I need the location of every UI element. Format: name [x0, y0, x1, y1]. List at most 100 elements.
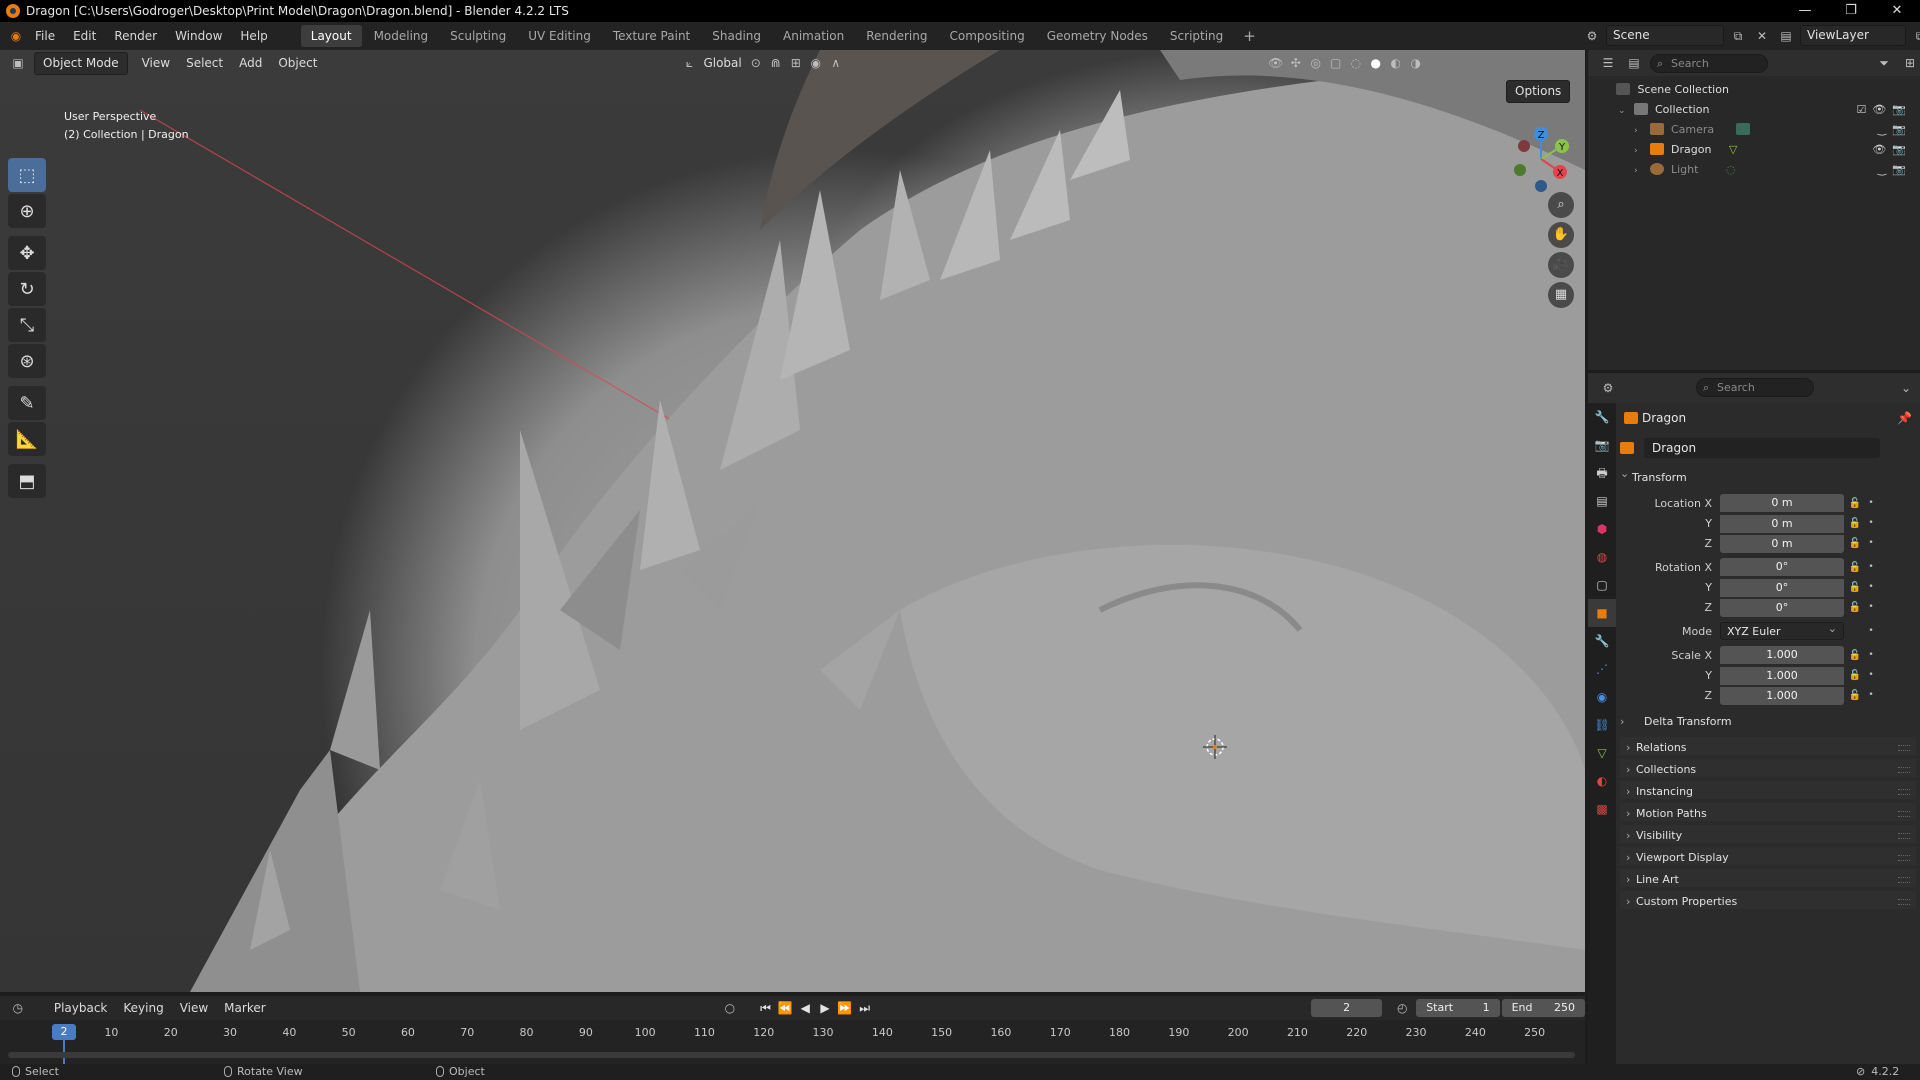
location-x-field[interactable]: 0 m	[1720, 494, 1844, 512]
lock-icon[interactable]: 🔓	[1844, 690, 1866, 701]
new-collection-icon[interactable]: ⊞	[1900, 53, 1920, 73]
timeline-menu-keying[interactable]: Keying	[115, 997, 171, 1019]
output-tab-icon[interactable]: 🖶	[1588, 459, 1616, 487]
scale-z-field[interactable]: 1.000	[1720, 686, 1844, 705]
maximize-button[interactable]: ❐	[1828, 0, 1874, 22]
lock-icon[interactable]: 🔓	[1844, 582, 1866, 593]
rotation-mode-dropdown[interactable]: XYZ Euler	[1720, 620, 1844, 640]
tab-layout[interactable]: Layout	[300, 25, 362, 47]
timeline-ruler[interactable]: 10 20 30 40 50 60 70 80 90 100 110 120 130 140 150 160 1…	[0, 1020, 1585, 1064]
rotation-y-field[interactable]: 0°	[1720, 578, 1844, 597]
tab-modeling[interactable]: Modeling	[364, 25, 439, 47]
line-art-panel[interactable]: Line Art	[1620, 869, 1916, 891]
playhead-frame-indicator[interactable]: 2	[52, 1024, 76, 1040]
outliner-row-light[interactable]: › Light ◌ ‿📷	[1588, 160, 1920, 180]
new-scene-icon[interactable]: ⧉	[1728, 26, 1748, 46]
rotation-z-field[interactable]: 0°	[1720, 598, 1844, 617]
modifier-tab-icon[interactable]: 🔧	[1588, 627, 1616, 655]
timeline-menu-marker[interactable]: Marker	[216, 997, 273, 1019]
lock-icon[interactable]: 🔓	[1844, 650, 1866, 661]
3d-viewport[interactable]: ▣ Object Mode View Select Add Object ⟀ G…	[0, 50, 1585, 992]
jump-keyframe-back-icon[interactable]: ⏪	[775, 1001, 795, 1015]
tab-geometry-nodes[interactable]: Geometry Nodes	[1037, 25, 1158, 47]
scene-tab-icon[interactable]: ⬢	[1588, 515, 1616, 543]
menu-edit[interactable]: Edit	[64, 22, 105, 50]
location-y-field[interactable]: 0 m	[1720, 514, 1844, 533]
view-layer-tab-icon[interactable]: ▤	[1588, 487, 1616, 515]
rendered-shading-icon[interactable]: ◑	[1406, 53, 1426, 73]
material-tab-icon[interactable]: ◐	[1588, 767, 1616, 795]
new-view-layer-icon[interactable]: ⧉	[1910, 26, 1920, 46]
viewport-display-panel[interactable]: Viewport Display	[1620, 847, 1916, 869]
location-z-field[interactable]: 0 m	[1720, 534, 1844, 553]
xray-icon[interactable]: ▢	[1326, 53, 1346, 73]
keyframe-dot-icon[interactable]: •	[1866, 518, 1876, 528]
menu-file[interactable]: File	[26, 22, 64, 50]
custom-properties-panel[interactable]: Custom Properties	[1620, 891, 1916, 913]
scale-y-field[interactable]: 1.000	[1720, 666, 1844, 685]
pin-icon[interactable]: 📌	[1897, 411, 1912, 425]
keyframe-dot-icon[interactable]: •	[1866, 626, 1876, 636]
timeline-editor-type-icon[interactable]: ◷	[8, 998, 28, 1018]
relations-panel[interactable]: Relations	[1620, 737, 1916, 759]
options-dropdown[interactable]: Options	[1506, 80, 1571, 103]
end-frame-field[interactable]: End 250	[1501, 999, 1585, 1017]
lock-icon[interactable]: 🔓	[1844, 518, 1866, 529]
properties-options-icon[interactable]: ⌄	[1896, 378, 1916, 398]
constraints-tab-icon[interactable]: ⛓	[1588, 711, 1616, 739]
rotation-x-field[interactable]: 0°	[1720, 558, 1844, 576]
wireframe-shading-icon[interactable]: ◌	[1346, 53, 1366, 73]
tab-rendering[interactable]: Rendering	[856, 25, 937, 47]
auto-keying-icon[interactable]: ○	[720, 998, 740, 1018]
viewport-menu-select[interactable]: Select	[178, 52, 231, 74]
keyframe-dot-icon[interactable]: •	[1866, 582, 1876, 592]
orientation-dropdown[interactable]: Global	[699, 52, 745, 74]
transform-tool[interactable]: ⊛	[8, 344, 46, 378]
snap-target-icon[interactable]: ⊞	[786, 53, 806, 73]
measure-tool[interactable]: 📐	[8, 422, 46, 456]
instancing-panel[interactable]: Instancing	[1620, 781, 1916, 803]
zoom-icon[interactable]: ⌕	[1548, 192, 1574, 218]
tab-animation[interactable]: Animation	[773, 25, 854, 47]
motion-paths-panel[interactable]: Motion Paths	[1620, 803, 1916, 825]
timeline-menu-view[interactable]: View	[172, 997, 216, 1019]
menu-render[interactable]: Render	[105, 22, 166, 50]
outliner-row-scene-collection[interactable]: Scene Collection	[1588, 80, 1920, 100]
gizmo-toggle-icon[interactable]: ✣	[1286, 53, 1306, 73]
collection-tab-icon[interactable]: ▢	[1588, 571, 1616, 599]
add-cube-tool[interactable]: ⬒	[8, 464, 46, 498]
keyframe-dot-icon[interactable]: •	[1866, 690, 1876, 700]
preview-range-icon[interactable]: ◴	[1392, 998, 1412, 1018]
object-data-tab-icon[interactable]: ▽	[1588, 739, 1616, 767]
jump-keyframe-forward-icon[interactable]: ⏩	[835, 1001, 855, 1015]
timeline-scrollbar[interactable]	[8, 1052, 1575, 1058]
outliner-search-input[interactable]: Search	[1650, 53, 1768, 73]
view-layer-icon[interactable]: ▤	[1776, 26, 1796, 46]
snap-icon[interactable]: ⋒	[766, 53, 786, 73]
outliner-row-collection[interactable]: ⌄ Collection ☑👁📷	[1588, 100, 1920, 120]
blender-menu-icon[interactable]: ◉	[6, 26, 26, 46]
object-name-field[interactable]: Dragon	[1644, 438, 1880, 458]
rotate-tool[interactable]: ↻	[8, 272, 46, 306]
play-reverse-icon[interactable]: ◀	[795, 1001, 815, 1015]
lock-icon[interactable]: 🔓	[1844, 670, 1866, 681]
world-tab-icon[interactable]: ◍	[1588, 543, 1616, 571]
start-frame-field[interactable]: Start 1	[1416, 999, 1500, 1017]
ortho-toggle-icon[interactable]: ▦	[1548, 282, 1574, 308]
minimize-button[interactable]: —	[1782, 0, 1828, 22]
jump-end-icon[interactable]: ⏭	[855, 1001, 875, 1016]
tool-tab-icon[interactable]: 🔧	[1588, 403, 1616, 431]
collection-toggles[interactable]: ☑👁📷	[1856, 100, 1912, 120]
tab-scripting[interactable]: Scripting	[1160, 25, 1233, 47]
tab-uv-editing[interactable]: UV Editing	[518, 25, 601, 47]
tab-texture-paint[interactable]: Texture Paint	[603, 25, 700, 47]
expand-arrow-icon[interactable]: ›	[1634, 121, 1646, 141]
viewport-menu-view[interactable]: View	[134, 52, 178, 74]
tab-compositing[interactable]: Compositing	[939, 25, 1034, 47]
timeline-menu-playback[interactable]: Playback	[46, 997, 116, 1019]
scene-name-field[interactable]: Scene	[1606, 25, 1724, 46]
object-type-icon[interactable]	[1620, 442, 1634, 454]
overlays-icon[interactable]: ◎	[1306, 53, 1326, 73]
expand-arrow-icon[interactable]: ›	[1634, 161, 1646, 181]
mode-dropdown[interactable]: Object Mode	[34, 51, 128, 75]
